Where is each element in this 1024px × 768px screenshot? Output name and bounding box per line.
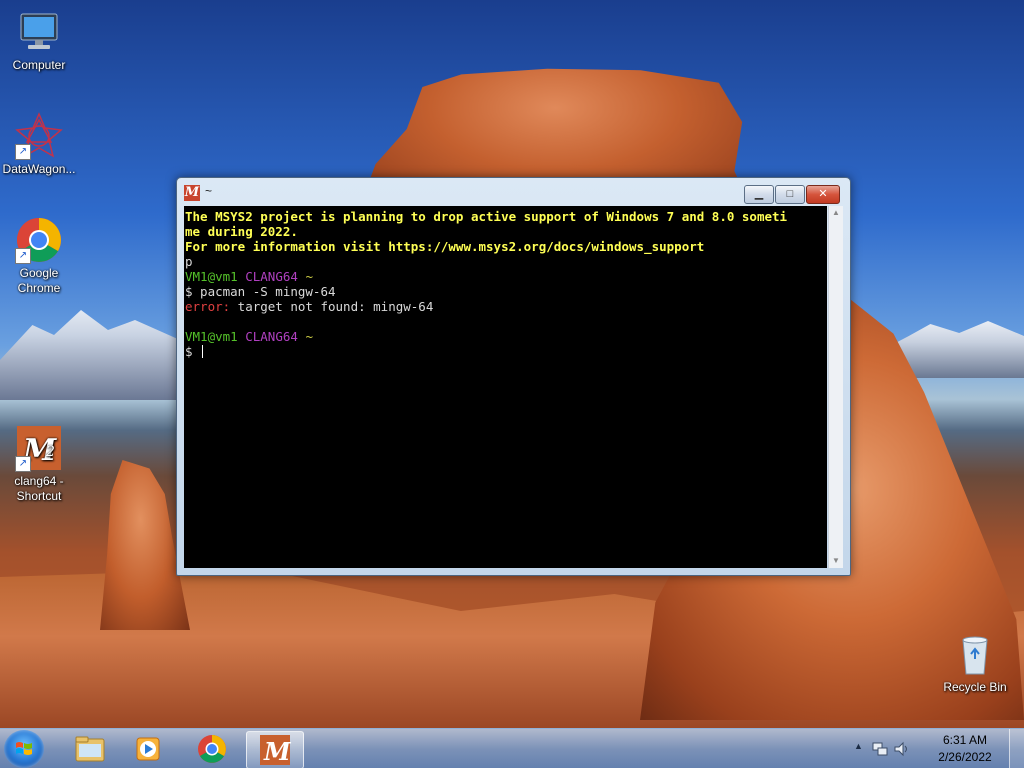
terminal-text-segment: ~ xyxy=(305,329,313,344)
folder-icon xyxy=(75,736,105,762)
desktop-icon-computer[interactable]: Computer xyxy=(0,8,78,73)
desktop-icon-label: clang64 - Shortcut xyxy=(14,474,64,503)
terminal-text-segment: p xyxy=(185,254,193,269)
terminal-text-segment: $ pacman -S mingw-64 xyxy=(185,284,336,299)
taskbar: M ▲ 6:31 AM 2/26/2022 xyxy=(0,728,1024,768)
desktop: Computer ↗ DataWagon... ↗ Google Chrome … xyxy=(0,0,1024,768)
vertical-scrollbar[interactable]: ▲ ▼ xyxy=(828,206,843,568)
terminal-output[interactable]: The MSYS2 project is planning to drop ac… xyxy=(184,206,827,568)
svg-text:2: 2 xyxy=(45,444,55,460)
taskbar-media-player[interactable] xyxy=(120,731,176,767)
terminal-text-segment: CLANG64 xyxy=(245,329,306,344)
network-icon[interactable] xyxy=(872,741,888,757)
computer-icon xyxy=(15,8,63,56)
msys2-clang64-icon: M 2 ↗ xyxy=(15,424,63,472)
taskbar-file-explorer[interactable] xyxy=(62,731,118,767)
terminal-text-segment: For more information visit https://www.m… xyxy=(185,239,705,254)
terminal-line: VM1@vm1 CLANG64 ~ xyxy=(185,269,827,284)
terminal-line: The MSYS2 project is planning to drop ac… xyxy=(185,209,827,224)
shortcut-arrow-icon: ↗ xyxy=(15,248,31,264)
desktop-icon-google-chrome[interactable]: ↗ Google Chrome xyxy=(0,216,78,296)
desktop-icon-label: Recycle Bin xyxy=(943,680,1007,694)
terminal-text-segment: ~ xyxy=(305,269,313,284)
desktop-icon-label: Computer xyxy=(12,58,66,72)
maximize-button[interactable]: □ xyxy=(775,185,805,204)
volume-icon[interactable] xyxy=(894,741,910,757)
terminal-line: For more information visit https://www.m… xyxy=(185,239,827,254)
chrome-icon: ↗ xyxy=(15,216,63,264)
msys2-icon[interactable]: M xyxy=(184,185,200,201)
datawagon-icon: ↗ xyxy=(15,112,63,160)
terminal-line: p xyxy=(185,254,827,269)
desktop-icon-label: Google Chrome xyxy=(17,266,61,295)
taskbar-msys2-terminal[interactable]: M xyxy=(246,731,304,768)
mountain-left xyxy=(0,310,180,400)
terminal-line: me during 2022. xyxy=(185,224,827,239)
desktop-icon-datawagon[interactable]: ↗ DataWagon... xyxy=(0,112,78,177)
terminal-text-segment: $ xyxy=(185,344,201,359)
terminal-line: $ pacman -S mingw-64 xyxy=(185,284,827,299)
terminal-text-segment: me during 2022. xyxy=(185,224,298,239)
scroll-up-arrow-icon[interactable]: ▲ xyxy=(829,206,843,220)
desktop-icon-label: DataWagon... xyxy=(2,162,76,176)
terminal-line: $ xyxy=(185,344,827,359)
terminal-text-segment: target not found: mingw-64 xyxy=(230,299,434,314)
terminal-text-segment: error: xyxy=(185,299,231,314)
terminal-text-segment: VM1@vm1 xyxy=(185,269,246,284)
recycle-bin-icon xyxy=(951,630,999,678)
system-tray: ▲ 6:31 AM 2/26/2022 xyxy=(854,729,1024,768)
minimize-icon: ▁ xyxy=(754,188,764,200)
taskbar-google-chrome[interactable] xyxy=(184,731,240,767)
minimize-button[interactable]: ▁ xyxy=(744,185,774,204)
terminal-line: error: target not found: mingw-64 xyxy=(185,299,827,314)
show-hidden-icons-arrow[interactable]: ▲ xyxy=(854,741,863,751)
terminal-line: VM1@vm1 CLANG64 ~ xyxy=(185,329,827,344)
terminal-window[interactable]: M ~ ▁ □ ✕ The MSYS2 project is planning … xyxy=(176,177,851,576)
close-button[interactable]: ✕ xyxy=(806,185,840,204)
start-button[interactable] xyxy=(4,730,44,768)
desktop-icon-recycle-bin[interactable]: Recycle Bin xyxy=(936,630,1014,695)
msys2-icon: M xyxy=(260,735,292,766)
show-desktop-button[interactable] xyxy=(1009,729,1024,768)
shortcut-arrow-icon: ↗ xyxy=(15,456,31,472)
clock-date[interactable]: 2/26/2022 xyxy=(930,750,1000,764)
maximize-icon: □ xyxy=(786,188,794,200)
clock-time[interactable]: 6:31 AM xyxy=(930,733,1000,747)
svg-text:M: M xyxy=(263,737,292,766)
close-icon: ✕ xyxy=(818,188,828,200)
terminal-text-segment: CLANG64 xyxy=(245,269,306,284)
shortcut-arrow-icon: ↗ xyxy=(15,144,31,160)
terminal-text-segment: VM1@vm1 xyxy=(185,329,246,344)
media-player-icon xyxy=(136,737,160,761)
text-cursor xyxy=(202,345,204,358)
desktop-icon-clang64-shortcut[interactable]: M 2 ↗ clang64 - Shortcut xyxy=(0,424,78,504)
window-titlebar[interactable]: M ~ ▁ □ ✕ xyxy=(177,178,850,206)
terminal-text-segment: The MSYS2 project is planning to drop ac… xyxy=(185,209,788,224)
scroll-down-arrow-icon[interactable]: ▼ xyxy=(829,554,843,568)
chrome-icon xyxy=(198,735,226,763)
window-title: ~ xyxy=(205,184,213,198)
windows-start-icon xyxy=(16,742,32,755)
